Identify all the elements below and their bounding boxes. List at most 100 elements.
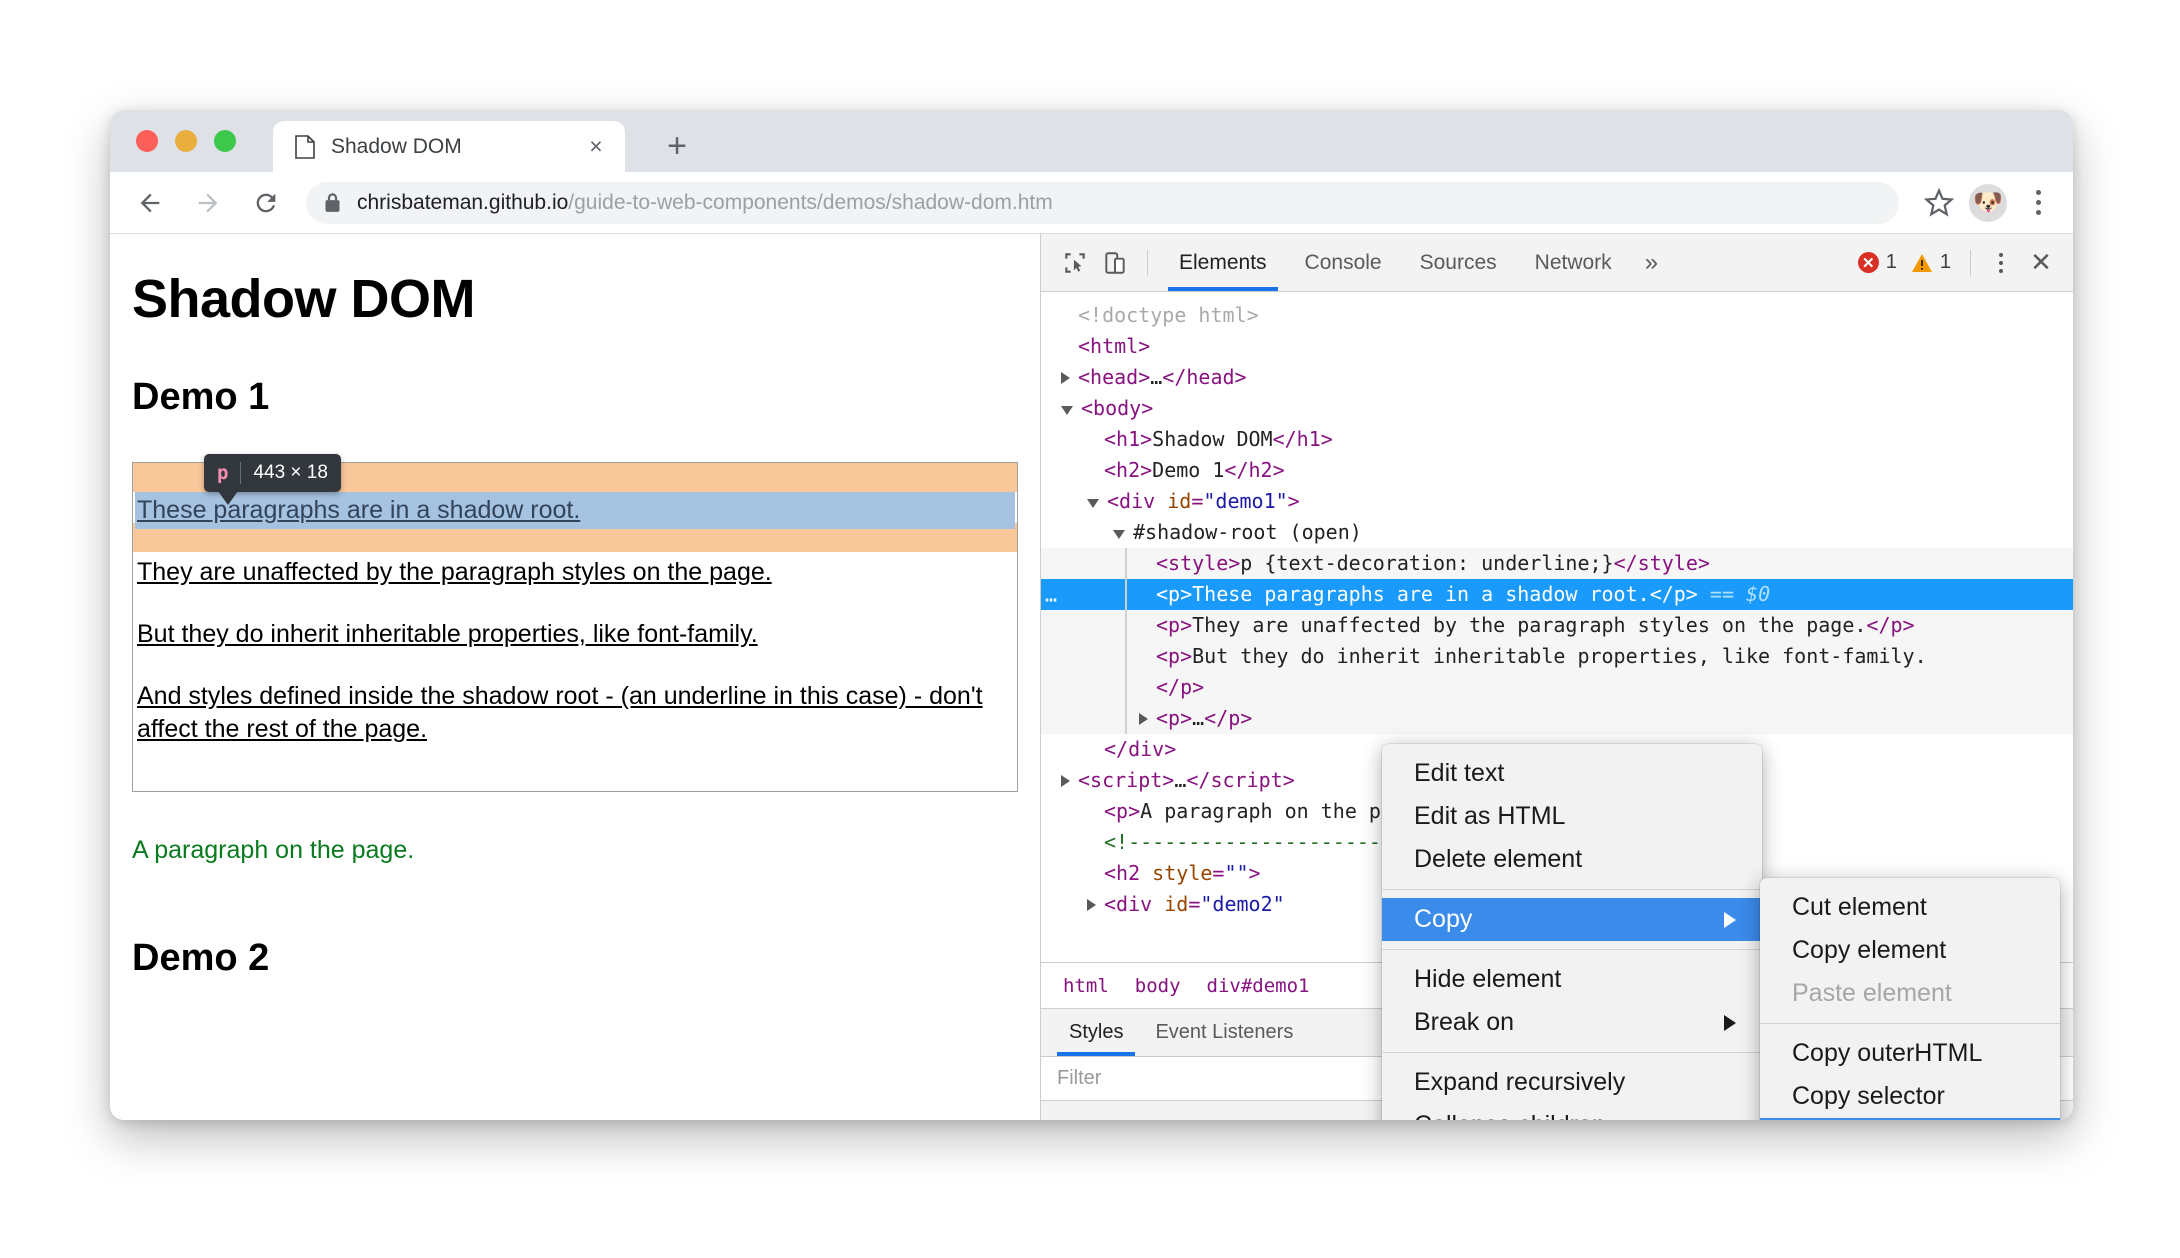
forward-icon[interactable] bbox=[184, 179, 232, 227]
close-window-button[interactable] bbox=[136, 130, 158, 152]
more-tabs-icon[interactable]: » bbox=[1631, 234, 1672, 291]
context-submenu-copy[interactable]: Cut element Copy element Paste element Copy… bbox=[1760, 878, 2060, 1120]
minimize-window-button[interactable] bbox=[175, 130, 197, 152]
tab-elements[interactable]: Elements bbox=[1160, 234, 1286, 291]
badge-dimensions: 443 × 18 bbox=[253, 462, 328, 483]
chevron-right-icon[interactable] bbox=[1087, 898, 1096, 911]
dom-row[interactable]: <html> bbox=[1041, 331, 2073, 362]
menu-item-break-on[interactable]: Break on bbox=[1382, 1001, 1762, 1044]
dom-row-content: <p>These paragraphs are in a shadow root… bbox=[1156, 582, 1771, 606]
dom-row[interactable]: <p>They are unaffected by the paragraph … bbox=[1041, 610, 2073, 641]
submenu-item-copy-element[interactable]: Copy element bbox=[1760, 929, 2060, 972]
dom-row[interactable]: <!doctype html> bbox=[1041, 300, 2073, 331]
chevron-right-icon[interactable] bbox=[1139, 712, 1148, 725]
badge-divider bbox=[240, 462, 242, 484]
tab-console[interactable]: Console bbox=[1286, 234, 1401, 291]
dom-row-content: <p>They are unaffected by the paragraph … bbox=[1156, 613, 1915, 637]
chevron-down-icon[interactable] bbox=[1087, 499, 1099, 508]
page-title: Shadow DOM bbox=[132, 269, 476, 329]
browser-window: Shadow DOM × + chrisbateman.github.io/gu… bbox=[110, 110, 2073, 1120]
dom-row-content: <style>p {text-decoration: underline;}</… bbox=[1156, 551, 1710, 575]
dom-row-content: </p> bbox=[1156, 675, 1205, 699]
shadow-root-content: These paragraphs are in a shadow root. T… bbox=[133, 463, 1017, 748]
breadcrumb-item-div[interactable]: div#demo1 bbox=[1207, 975, 1310, 997]
context-menu[interactable]: Edit text Edit as HTML Delete element Copy H… bbox=[1382, 744, 1762, 1120]
error-count-badge[interactable]: ✕ 1 bbox=[1851, 251, 1904, 274]
address-bar-url: chrisbateman.github.io/guide-to-web-comp… bbox=[357, 191, 1053, 215]
shadow-root-guide-line bbox=[1125, 548, 1127, 734]
inspector-tooltip-badge: p 443 × 18 bbox=[204, 454, 341, 505]
browser-tab[interactable]: Shadow DOM × bbox=[273, 121, 625, 172]
avatar[interactable]: 🐶 bbox=[1969, 183, 2007, 222]
reload-icon[interactable] bbox=[242, 179, 290, 227]
lock-icon bbox=[324, 192, 341, 213]
tab-sources[interactable]: Sources bbox=[1401, 234, 1516, 291]
chevron-right-icon bbox=[1724, 911, 1736, 928]
submenu-item-copy-outerhtml[interactable]: Copy outerHTML bbox=[1760, 1032, 2060, 1075]
tab-event-listeners[interactable]: Event Listeners bbox=[1139, 1009, 1309, 1056]
back-icon[interactable] bbox=[126, 179, 174, 227]
dom-row-content: <div id="demo1"> bbox=[1107, 489, 1300, 513]
page-viewport: Shadow DOM Demo 1 These paragraphs are i… bbox=[110, 234, 1040, 1120]
submenu-item-cut-element[interactable]: Cut element bbox=[1760, 886, 2060, 929]
devtools-kebab-icon[interactable] bbox=[1983, 243, 2019, 283]
dom-row[interactable]: <style>p {text-decoration: underline;}</… bbox=[1041, 548, 2073, 579]
dom-row[interactable]: <p>…</p> bbox=[1041, 703, 2073, 734]
dom-row[interactable]: <p>But they do inherit inheritable prope… bbox=[1041, 641, 2073, 672]
devtools-close-icon[interactable]: ✕ bbox=[2019, 243, 2063, 283]
dom-row-content: <h2>Demo 1</h2> bbox=[1104, 458, 1285, 482]
chevron-right-icon[interactable] bbox=[1061, 774, 1070, 787]
kebab-icon[interactable] bbox=[2017, 179, 2059, 227]
menu-item-label: Copy bbox=[1414, 905, 1473, 933]
dom-row-content: <head>…</head> bbox=[1078, 365, 1247, 389]
chevron-right-icon[interactable] bbox=[1061, 371, 1070, 384]
tab-styles[interactable]: Styles bbox=[1053, 1009, 1139, 1056]
menu-item-expand-recursively[interactable]: Expand recursively bbox=[1382, 1061, 1762, 1104]
breadcrumb-item-html[interactable]: html bbox=[1063, 975, 1109, 997]
cursor-select-icon[interactable] bbox=[1055, 243, 1095, 283]
chevron-down-icon[interactable] bbox=[1061, 406, 1073, 415]
dom-row-content: <h1>Shadow DOM</h1> bbox=[1104, 427, 1333, 451]
page-paragraph-green: A paragraph on the page. bbox=[132, 836, 415, 864]
new-tab-button[interactable]: + bbox=[655, 124, 699, 168]
device-toggle-icon[interactable] bbox=[1095, 243, 1135, 283]
maximize-window-button[interactable] bbox=[214, 130, 236, 152]
menu-divider bbox=[1382, 949, 1762, 950]
breadcrumb-item-body[interactable]: body bbox=[1135, 975, 1181, 997]
page-heading-demo1: Demo 1 bbox=[132, 376, 270, 418]
menu-item-edit-as-html[interactable]: Edit as HTML bbox=[1382, 795, 1762, 838]
close-icon[interactable]: × bbox=[579, 130, 613, 164]
menu-item-copy[interactable]: Copy bbox=[1382, 898, 1762, 941]
devtools-tabs: Elements Console Sources Network » bbox=[1160, 234, 1672, 291]
dom-row-content: <p>…</p> bbox=[1156, 706, 1253, 730]
dom-row[interactable]: <h2>Demo 1</h2> bbox=[1041, 455, 2073, 486]
menu-item-label: Copy element bbox=[1792, 936, 1947, 964]
shadow-paragraph-2: They are unaffected by the paragraph sty… bbox=[137, 558, 772, 586]
chevron-down-icon[interactable] bbox=[1113, 530, 1125, 539]
tab-network[interactable]: Network bbox=[1516, 234, 1631, 291]
warning-count-badge[interactable]: 1 bbox=[1904, 251, 1958, 274]
menu-item-label: Break on bbox=[1414, 1008, 1515, 1036]
menu-item-edit-text[interactable]: Edit text bbox=[1382, 752, 1762, 795]
submenu-item-copy-js-path[interactable]: Copy JS path bbox=[1760, 1118, 2060, 1120]
row-overflow-ellipsis: … bbox=[1045, 582, 1060, 606]
dom-row[interactable]: <body> bbox=[1041, 393, 2073, 424]
menu-item-delete-element[interactable]: Delete element bbox=[1382, 838, 1762, 881]
submenu-item-paste-element: Paste element bbox=[1760, 972, 2060, 1015]
submenu-item-copy-selector[interactable]: Copy selector bbox=[1760, 1075, 2060, 1118]
menu-item-collapse-children[interactable]: Collapse children bbox=[1382, 1104, 1762, 1120]
menu-item-hide-element[interactable]: Hide element bbox=[1382, 958, 1762, 1001]
dom-row[interactable]: <div id="demo1"> bbox=[1041, 486, 2073, 517]
menu-item-label: Edit text bbox=[1414, 759, 1505, 787]
address-bar[interactable]: chrisbateman.github.io/guide-to-web-comp… bbox=[306, 181, 1899, 224]
dom-row[interactable]: <head>…</head> bbox=[1041, 362, 2073, 393]
dom-row[interactable]: </p> bbox=[1041, 672, 2073, 703]
dom-row[interactable]: #shadow-root (open) bbox=[1041, 517, 2073, 548]
star-icon[interactable] bbox=[1913, 177, 1965, 229]
badge-tag-name: p bbox=[217, 462, 229, 484]
dom-row[interactable]: <h1>Shadow DOM</h1> bbox=[1041, 424, 2073, 455]
dom-row-selected[interactable]: … <p>These paragraphs are in a shadow roo… bbox=[1041, 579, 2073, 610]
dom-row-content: <h2 style=""> bbox=[1104, 861, 1261, 885]
warning-icon bbox=[1911, 253, 1933, 273]
